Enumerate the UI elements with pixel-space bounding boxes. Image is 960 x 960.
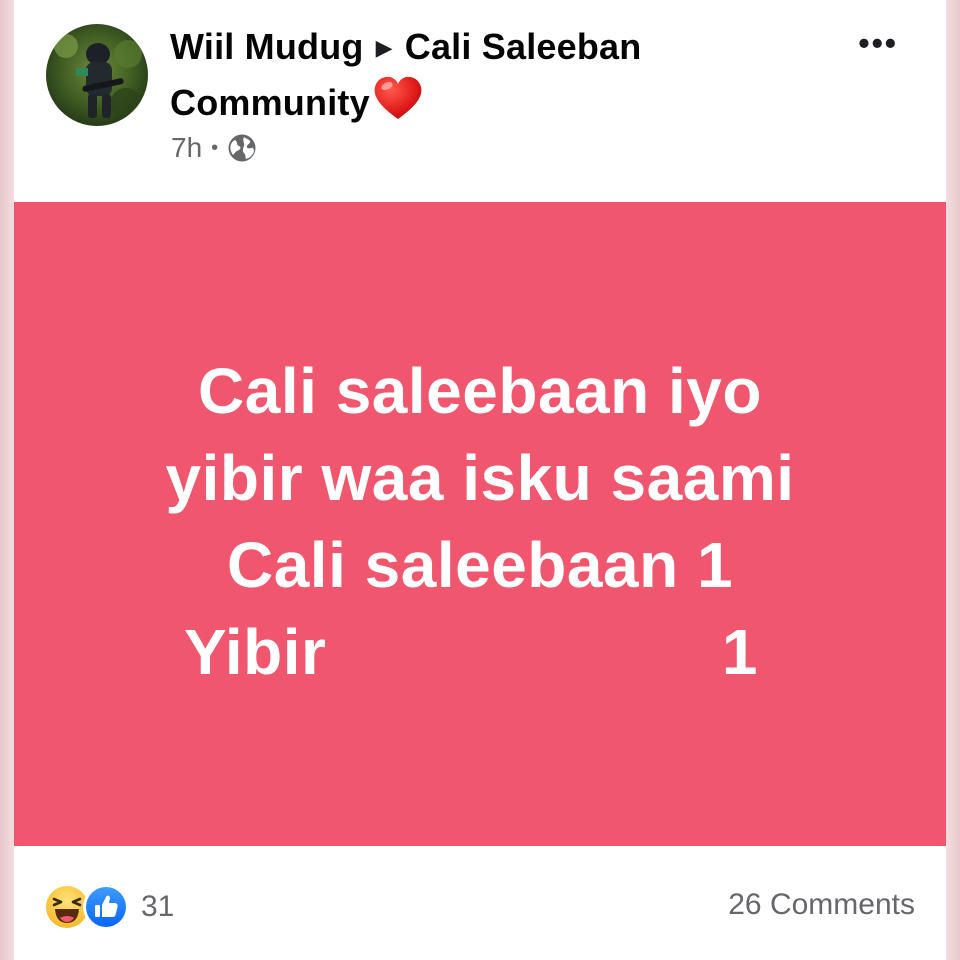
play-arrow-icon: ▶ bbox=[375, 35, 393, 60]
post-header: Wiil Mudug ▶ Cali Saleeban Community 7h • bbox=[14, 0, 946, 202]
author-avatar[interactable] bbox=[46, 24, 148, 126]
red-heart-emoji bbox=[374, 76, 422, 119]
like-thumb-icon bbox=[86, 887, 126, 927]
post-text-line-3: Cali saleebaan 1 bbox=[226, 529, 734, 601]
post-card: Wiil Mudug ▶ Cali Saleeban Community 7h • bbox=[14, 0, 946, 960]
reactions-summary[interactable]: 31 bbox=[45, 884, 174, 930]
meta-separator: • bbox=[211, 136, 219, 159]
more-options-button[interactable]: ••• bbox=[858, 27, 898, 59]
post-text-line-2: yibir waa isku saami bbox=[165, 442, 795, 514]
author-name[interactable]: Wiil Mudug bbox=[170, 26, 364, 67]
post-text-line-4: Yibir 1 bbox=[184, 609, 776, 696]
last-line-value: 1 bbox=[721, 616, 758, 688]
post-meta: 7h • bbox=[171, 132, 257, 164]
post-text-line-1: Cali saleebaan iyo bbox=[198, 355, 762, 427]
reaction-count: 31 bbox=[141, 890, 175, 923]
post-title: Wiil Mudug ▶ Cali Saleeban Community bbox=[170, 24, 810, 126]
globe-icon bbox=[228, 134, 256, 162]
comments-count-link[interactable]: 26 Comments bbox=[728, 888, 915, 922]
group-name-line2[interactable]: Community bbox=[170, 82, 370, 123]
post-timestamp[interactable]: 7h bbox=[171, 132, 202, 164]
like-icon-wrap bbox=[83, 884, 129, 930]
post-footer: 31 26 Comments bbox=[14, 846, 946, 960]
last-line-label: Yibir bbox=[184, 616, 327, 688]
group-name-line1[interactable]: Cali Saleeban bbox=[405, 26, 642, 67]
post-body: Cali saleebaan iyo yibir waa isku saami … bbox=[14, 348, 946, 696]
post-text-background: Cali saleebaan iyo yibir waa isku saami … bbox=[14, 202, 946, 846]
